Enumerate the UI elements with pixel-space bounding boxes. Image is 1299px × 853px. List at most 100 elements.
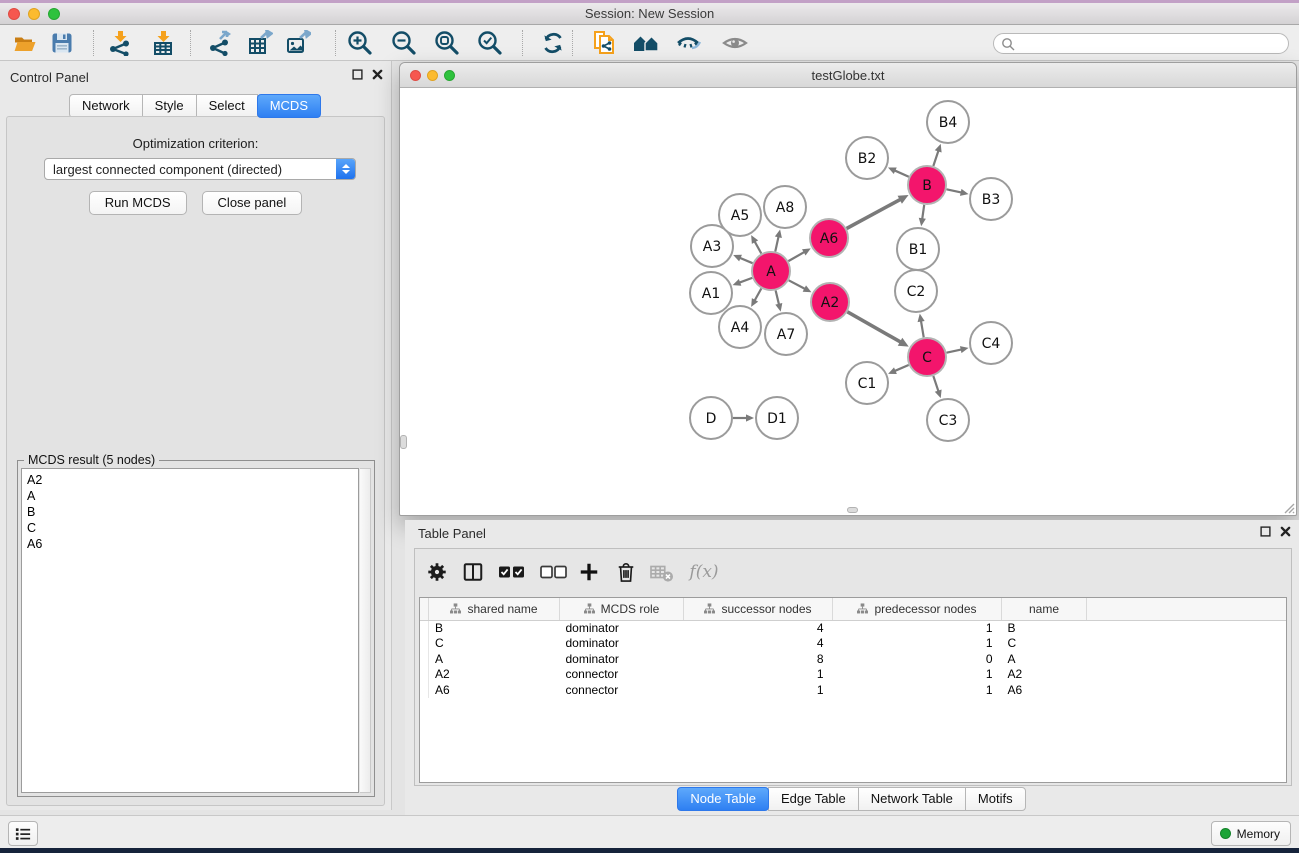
graph-edge-A-A7[interactable] — [775, 290, 782, 311]
table-cell[interactable]: dominator — [560, 636, 684, 652]
network-window-titlebar[interactable]: testGlobe.txt — [400, 63, 1296, 88]
vertical-scrollbar-thumb[interactable] — [400, 435, 407, 449]
result-item[interactable]: C — [27, 520, 358, 536]
table-cell[interactable]: C — [1002, 636, 1087, 652]
show-home-button[interactable] — [629, 28, 663, 58]
graph-node-D[interactable]: D — [690, 397, 732, 439]
graph-edge-D-D1[interactable] — [733, 414, 754, 421]
table-cell[interactable]: connector — [560, 683, 684, 699]
graph-edge-A-A3[interactable] — [733, 255, 752, 263]
float-panel-icon[interactable] — [1260, 526, 1271, 537]
zoom-selected-button[interactable] — [473, 28, 507, 58]
table-cell[interactable]: A — [1002, 652, 1087, 668]
zoom-in-button[interactable] — [343, 28, 377, 58]
column-header-shared-name[interactable]: shared name — [429, 598, 560, 620]
task-history-button[interactable] — [8, 821, 38, 846]
table-row[interactable]: Bdominator41B — [420, 620, 1286, 636]
table-cell[interactable]: 4 — [684, 620, 833, 636]
graph-node-B1[interactable]: B1 — [897, 228, 939, 270]
graph-node-A2[interactable]: A2 — [811, 283, 849, 321]
refresh-view-button[interactable] — [536, 28, 570, 58]
open-file-button[interactable] — [8, 28, 42, 58]
graph-node-A5[interactable]: A5 — [719, 194, 761, 236]
network-graph[interactable]: AA1A2A3A4A5A6A7A8BB1B2B3B4CC1C2C3C4DD1 — [400, 89, 1296, 516]
graph-edge-C-C1[interactable] — [888, 365, 909, 374]
graph-edge-B-B1[interactable] — [919, 205, 926, 226]
network-canvas[interactable]: AA1A2A3A4A5A6A7A8BB1B2B3B4CC1C2C3C4DD1 — [400, 89, 1296, 515]
delete-table-button[interactable] — [647, 558, 677, 586]
table-cell[interactable]: 1 — [684, 667, 833, 683]
graph-node-A[interactable]: A — [752, 252, 790, 290]
table-cell[interactable]: C — [429, 636, 560, 652]
table-row[interactable]: A6connector11A6 — [420, 683, 1286, 699]
function-builder-button[interactable]: f(x) — [686, 558, 722, 586]
table-cell[interactable]: dominator — [560, 620, 684, 636]
close-panel-button[interactable]: Close panel — [202, 191, 303, 215]
table-cell[interactable]: 1 — [833, 683, 1002, 699]
zoom-out-button[interactable] — [387, 28, 421, 58]
graph-node-B4[interactable]: B4 — [927, 101, 969, 143]
memory-button[interactable]: Memory — [1211, 821, 1291, 846]
table-cell[interactable]: A2 — [429, 667, 560, 683]
tab-style[interactable]: Style — [142, 94, 197, 118]
graph-node-A1[interactable]: A1 — [690, 272, 732, 314]
tab-network[interactable]: Network — [69, 94, 143, 118]
add-row-button[interactable] — [576, 558, 602, 586]
graph-node-B3[interactable]: B3 — [970, 178, 1012, 220]
mcds-result-list[interactable]: A2ABCA6 — [21, 468, 359, 793]
graph-node-C[interactable]: C — [908, 338, 946, 376]
graph-node-B[interactable]: B — [908, 166, 946, 204]
column-header-name[interactable]: name — [1002, 598, 1087, 620]
export-table-button[interactable] — [243, 28, 277, 58]
graph-edge-A-A5[interactable] — [751, 235, 761, 253]
graph-node-A8[interactable]: A8 — [764, 186, 806, 228]
tab-edge-table[interactable]: Edge Table — [768, 787, 859, 811]
graph-edge-B-B3[interactable] — [947, 189, 969, 196]
table-cell[interactable]: B — [429, 620, 560, 636]
graph-edge-B-B2[interactable] — [888, 167, 909, 176]
tab-select[interactable]: Select — [196, 94, 258, 118]
table-cell[interactable]: A6 — [429, 683, 560, 699]
table-options-button[interactable] — [424, 558, 450, 586]
delete-row-button[interactable] — [613, 558, 639, 586]
tab-node-table[interactable]: Node Table — [677, 787, 769, 811]
column-header-predecessor-nodes[interactable]: predecessor nodes — [833, 598, 1002, 620]
table-cell[interactable]: A6 — [1002, 683, 1087, 699]
table-cell[interactable]: 1 — [833, 636, 1002, 652]
graph-edge-A-A2[interactable] — [789, 280, 812, 292]
table-cell[interactable]: B — [1002, 620, 1087, 636]
graph-edge-A-A4[interactable] — [751, 288, 761, 306]
zoom-fit-button[interactable] — [430, 28, 464, 58]
graph-edge-C-C4[interactable] — [947, 346, 969, 353]
select-all-button[interactable] — [496, 558, 526, 586]
result-item[interactable]: B — [27, 504, 358, 520]
search-input[interactable] — [1015, 35, 1288, 52]
table-cell[interactable]: 4 — [684, 636, 833, 652]
graph-edge-B-B4[interactable] — [933, 144, 941, 166]
graph-edge-C-C2[interactable] — [918, 314, 925, 338]
table-cell[interactable]: A2 — [1002, 667, 1087, 683]
result-item[interactable]: A — [27, 488, 358, 504]
show-columns-button[interactable] — [460, 558, 486, 586]
table-row[interactable]: A2connector11A2 — [420, 667, 1286, 683]
graph-edge-A-A8[interactable] — [775, 229, 782, 251]
table-cell[interactable]: connector — [560, 667, 684, 683]
import-network-button[interactable] — [103, 28, 137, 58]
graph-node-D1[interactable]: D1 — [756, 397, 798, 439]
close-panel-icon[interactable] — [1280, 526, 1291, 537]
graph-edge-A-A6[interactable] — [788, 248, 810, 261]
graph-node-C2[interactable]: C2 — [895, 270, 937, 312]
table-cell[interactable]: A — [429, 652, 560, 668]
graph-node-B2[interactable]: B2 — [846, 137, 888, 179]
horizontal-scrollbar-thumb[interactable] — [847, 507, 858, 513]
export-image-button[interactable] — [281, 28, 315, 58]
save-session-button[interactable] — [45, 28, 79, 58]
graph-node-C3[interactable]: C3 — [927, 399, 969, 441]
table-cell[interactable]: dominator — [560, 652, 684, 668]
resize-grip[interactable] — [1281, 500, 1295, 514]
table-cell[interactable]: 0 — [833, 652, 1002, 668]
result-list-scrollbar[interactable] — [360, 468, 371, 793]
export-network-button[interactable] — [203, 28, 237, 58]
import-table-button[interactable] — [146, 28, 180, 58]
graph-edge-C-C3[interactable] — [933, 376, 941, 398]
